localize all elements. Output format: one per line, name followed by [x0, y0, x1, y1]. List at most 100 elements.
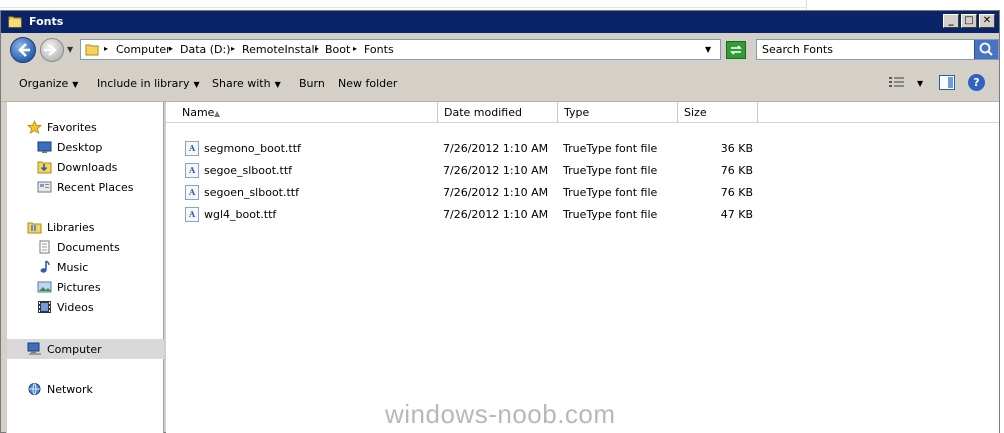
font-file-glyph: A [189, 143, 196, 153]
view-options-icon[interactable] [888, 75, 906, 90]
breadcrumb-boot[interactable]: Boot [325, 43, 350, 56]
sidebar-item-computer[interactable]: Computer [7, 339, 164, 359]
file-row[interactable]: A segoe_slboot.ttf 7/26/2012 1:10 AM Tru… [166, 160, 999, 182]
file-type: TrueType font file [563, 208, 658, 221]
file-row[interactable]: A wgl4_boot.ttf 7/26/2012 1:10 AM TrueTy… [166, 204, 999, 226]
breadcrumb-computer[interactable]: Computer [116, 43, 171, 56]
arrow-left-icon [18, 43, 30, 57]
breadcrumb-remoteinstall[interactable]: RemoteInstall [242, 43, 318, 56]
refresh-button[interactable] [726, 41, 746, 59]
sidebar-item-downloads[interactable]: Downloads [7, 157, 164, 177]
breadcrumb-separator[interactable]: ▸ [104, 44, 108, 53]
breadcrumb-fonts[interactable]: Fonts [364, 43, 394, 56]
minimize-button[interactable]: _ [943, 14, 959, 28]
preview-pane-button[interactable] [939, 75, 955, 90]
sidebar-item-pictures[interactable]: Pictures [7, 277, 164, 297]
arrow-right-icon [44, 44, 57, 56]
column-header-type[interactable]: Type [558, 102, 678, 123]
maximize-button[interactable]: □ [961, 14, 977, 28]
sidebar-item-label: Pictures [57, 281, 101, 294]
libraries-icon [27, 222, 42, 234]
share-with-label: Share with [212, 77, 271, 90]
sidebar-item-label: Favorites [47, 121, 97, 134]
include-in-library-label: Include in library [97, 77, 190, 90]
column-header-row: Name ▲ Date modified Type Size [166, 102, 999, 123]
breadcrumb-data-d[interactable]: Data (D:) [180, 43, 231, 56]
font-file-icon: A [185, 163, 199, 178]
breadcrumb-separator[interactable]: ▸ [315, 44, 319, 53]
sidebar-item-label: Desktop [57, 141, 103, 154]
column-header-size[interactable]: Size [678, 102, 758, 123]
burn-button[interactable]: Burn [299, 77, 325, 90]
sidebar-item-documents[interactable]: Documents [7, 237, 164, 257]
include-in-library-button[interactable]: Include in library ▼ [97, 77, 200, 90]
title-bar[interactable]: Fonts _ □ ✕ [1, 11, 999, 33]
preview-pane-icon [948, 77, 953, 88]
file-size: 76 KB [720, 186, 753, 199]
breadcrumb-separator[interactable]: ▸ [169, 44, 173, 53]
font-file-glyph: A [189, 165, 196, 175]
font-file-icon: A [185, 141, 199, 156]
breadcrumb-separator[interactable]: ▸ [353, 44, 357, 53]
background-window-side [806, 0, 1004, 10]
address-dropdown[interactable]: ▼ [705, 45, 711, 54]
view-options-dropdown[interactable]: ▼ [917, 79, 923, 88]
file-name: segmono_boot.ttf [204, 142, 301, 155]
background-window-strip [0, 0, 1004, 10]
chevron-down-icon: ▼ [274, 80, 281, 89]
organize-button[interactable]: Organize ▼ [19, 77, 78, 90]
font-file-glyph: A [189, 187, 196, 197]
chevron-down-icon: ▼ [193, 80, 200, 89]
chevron-down-icon: ▼ [72, 80, 79, 89]
sidebar-item-label: Videos [57, 301, 94, 314]
back-button[interactable] [10, 37, 36, 63]
sidebar-item-libraries[interactable]: Libraries [7, 217, 164, 237]
command-bar: Organize ▼ Include in library ▼ Share with… [1, 65, 999, 102]
sidebar-item-label: Music [57, 261, 89, 274]
network-icon [28, 383, 41, 395]
file-type: TrueType font file [563, 142, 658, 155]
new-folder-button[interactable]: New folder [338, 77, 397, 90]
file-date: 7/26/2012 1:10 AM [443, 164, 549, 177]
forward-button[interactable] [40, 38, 64, 62]
file-date: 7/26/2012 1:10 AM [443, 186, 549, 199]
star-icon [27, 120, 42, 134]
sidebar-item-label: Network [47, 383, 93, 396]
search-icon [979, 42, 993, 56]
videos-icon [38, 301, 51, 313]
file-row[interactable]: A segoen_slboot.ttf 7/26/2012 1:10 AM Tr… [166, 182, 999, 204]
recent-pages-dropdown[interactable]: ▼ [67, 45, 73, 54]
address-bar[interactable]: ▸ Computer ▸ Data (D:) ▸ RemoteInstall ▸… [80, 39, 721, 60]
sidebar-item-favorites[interactable]: Favorites [7, 117, 164, 137]
folder-icon [8, 16, 22, 28]
navigation-pane: Favorites Desktop Downloads Recent Place… [6, 102, 164, 433]
computer-icon [27, 342, 41, 355]
sidebar-item-videos[interactable]: Videos [7, 297, 164, 317]
breadcrumb-separator[interactable]: ▸ [231, 44, 235, 53]
search-button[interactable] [974, 40, 998, 59]
share-with-button[interactable]: Share with ▼ [212, 77, 281, 90]
file-name: segoe_slboot.ttf [204, 164, 293, 177]
column-header-date-modified[interactable]: Date modified [438, 102, 558, 123]
sidebar-item-network[interactable]: Network [7, 379, 164, 399]
desktop-icon [37, 141, 52, 153]
screen: Fonts _ □ ✕ ▼ ▸ Computer ▸ Data (D:) ▸ R… [0, 0, 1004, 433]
search-placeholder: Search Fonts [762, 43, 833, 56]
address-row: ▼ ▸ Computer ▸ Data (D:) ▸ RemoteInstall… [1, 33, 999, 65]
refresh-icon [730, 45, 742, 55]
sidebar-item-desktop[interactable]: Desktop [7, 137, 164, 157]
sidebar-item-recent-places[interactable]: Recent Places [7, 177, 164, 197]
file-row[interactable]: A segmono_boot.ttf 7/26/2012 1:10 AM Tru… [166, 138, 999, 160]
help-button[interactable]: ? [968, 74, 985, 91]
window-title: Fonts [29, 15, 64, 28]
file-list-pane: Name ▲ Date modified Type Size A segmono… [166, 102, 999, 433]
search-input[interactable]: Search Fonts [756, 39, 999, 60]
close-button[interactable]: ✕ [979, 14, 995, 28]
column-header-name-label: Name [182, 106, 215, 119]
file-name: wgl4_boot.ttf [204, 208, 277, 221]
sidebar-item-label: Downloads [57, 161, 118, 174]
watermark-text: windows-noob.com [385, 399, 616, 429]
sidebar-item-music[interactable]: Music [7, 257, 164, 277]
column-header-name[interactable]: Name ▲ [166, 102, 438, 123]
sidebar-item-label: Recent Places [57, 181, 134, 194]
